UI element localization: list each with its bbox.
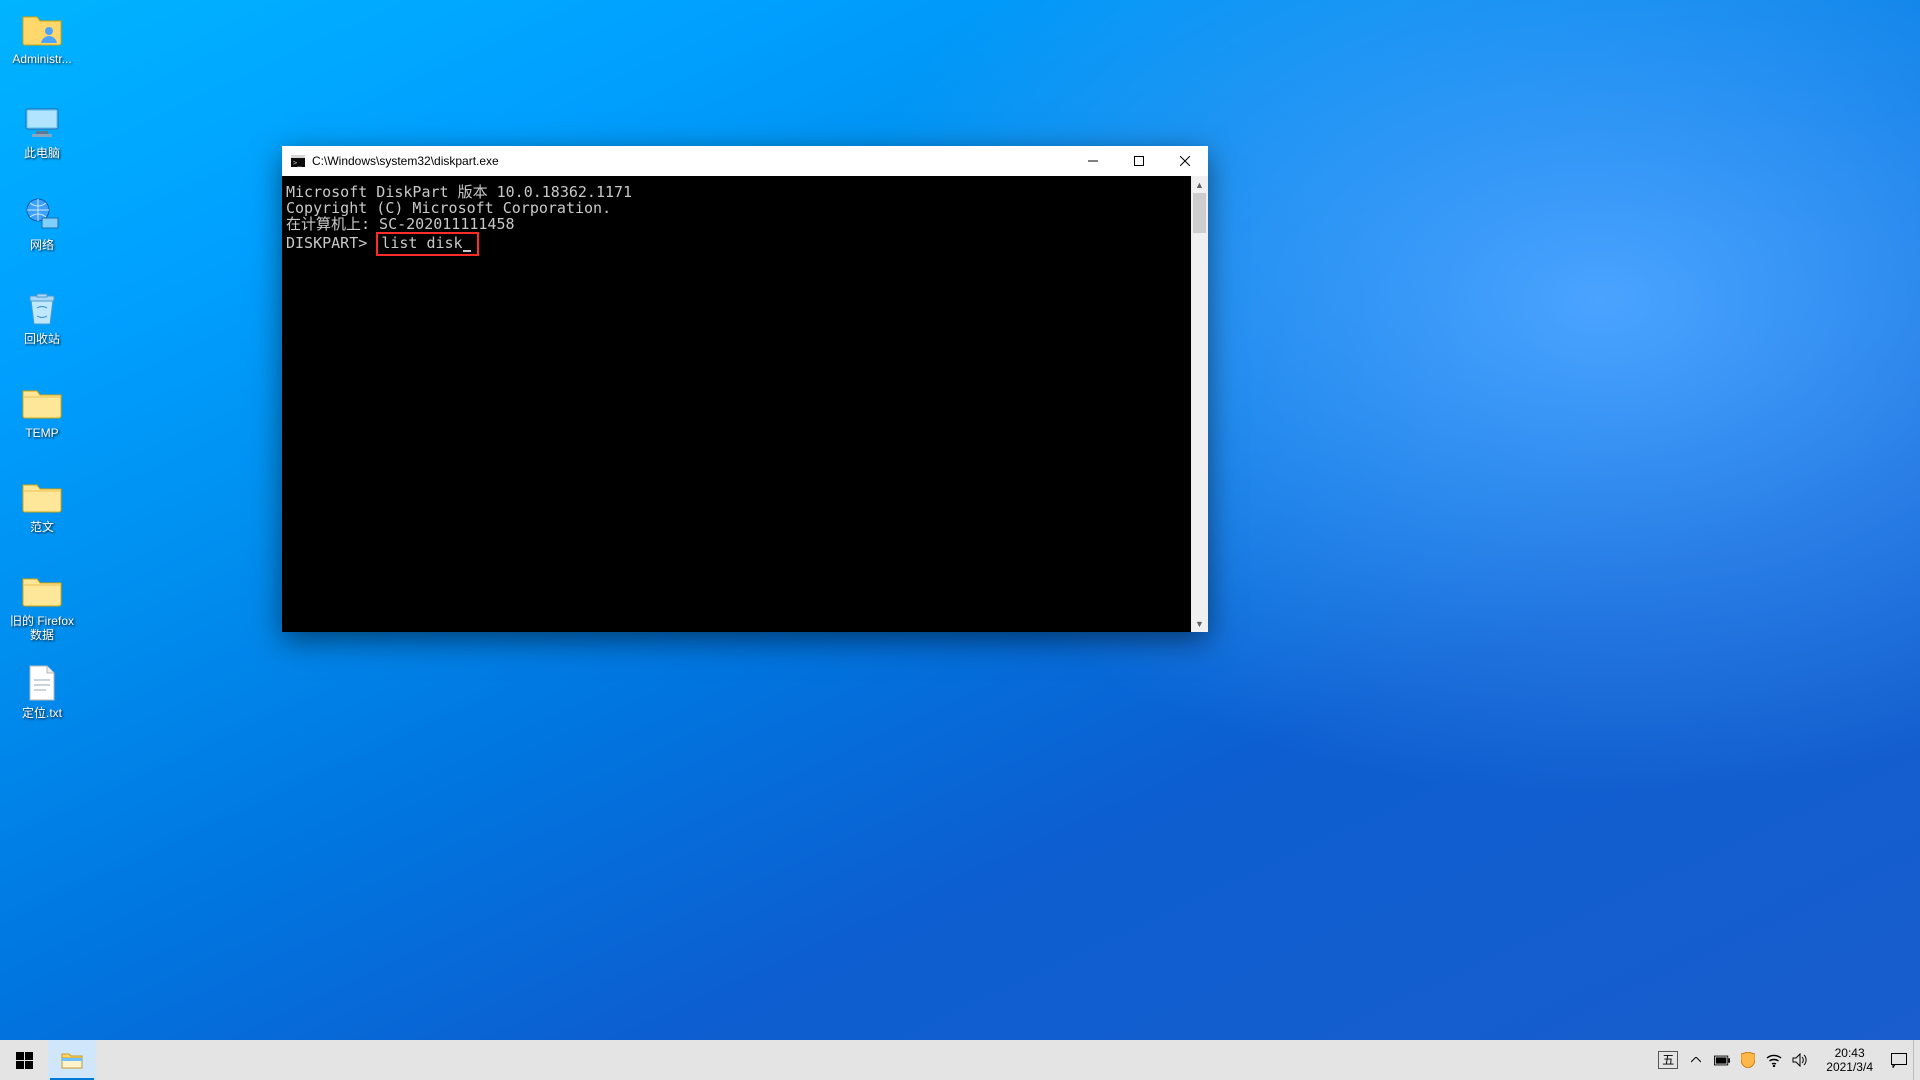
folder-user-icon [18,8,66,50]
desktop-icon-temp-folder[interactable]: TEMP [4,382,80,440]
folder-icon [18,382,66,424]
desktop[interactable]: Administr... 此电脑 网络 [0,0,1920,1080]
recycle-bin-icon [18,288,66,330]
desktop-icon-old-firefox-folder[interactable]: 旧的 Firefox 数据 [4,570,80,642]
taskbar-spacer [96,1040,1652,1080]
desktop-icon-label: 此电脑 [4,146,80,160]
volume-icon[interactable] [1792,1052,1808,1068]
show-desktop-button[interactable] [1913,1040,1920,1080]
command-text: list disk [381,234,462,252]
console-output[interactable]: Microsoft DiskPart 版本 10.0.18362.1171Cop… [282,176,1191,632]
console-line: Copyright (C) Microsoft Corporation. [286,200,1191,216]
desktop-icon-this-pc[interactable]: 此电脑 [4,102,80,160]
taskbar-clock[interactable]: 20:43 2021/3/4 [1818,1046,1881,1074]
folder-icon [18,476,66,518]
close-button[interactable] [1162,146,1208,176]
highlighted-command: list disk [376,232,478,256]
scroll-up-arrow-icon[interactable]: ▲ [1191,176,1208,193]
taskbar[interactable]: 五 20:43 2021/3/4 [0,1040,1920,1080]
desktop-icon-label: TEMP [4,426,80,440]
console-line: Microsoft DiskPart 版本 10.0.18362.1171 [286,184,1191,200]
scroll-thumb[interactable] [1193,193,1206,233]
vertical-scrollbar[interactable]: ▲ ▼ [1191,176,1208,632]
console-icon: >_ [290,153,306,169]
clock-time: 20:43 [1826,1046,1873,1060]
text-file-icon [18,662,66,704]
window-titlebar[interactable]: >_ C:\Windows\system32\diskpart.exe [282,146,1208,176]
window-body: Microsoft DiskPart 版本 10.0.18362.1171Cop… [282,176,1208,632]
desktop-icon-label: 范文 [4,520,80,534]
clock-date: 2021/3/4 [1826,1060,1873,1074]
ime-indicator[interactable]: 五 [1658,1051,1678,1069]
tray-chevron-up-icon[interactable] [1688,1052,1704,1068]
globe-icon [18,194,66,236]
battery-icon[interactable] [1714,1052,1730,1068]
window-title: C:\Windows\system32\diskpart.exe [312,154,1070,168]
security-shield-icon[interactable] [1740,1052,1756,1068]
console-prompt-line: DISKPART> list disk [286,232,1191,256]
desktop-icon-fanwen-folder[interactable]: 范文 [4,476,80,534]
desktop-icon-label: 定位.txt [4,706,80,720]
action-center-icon[interactable] [1891,1052,1907,1068]
minimize-button[interactable] [1070,146,1116,176]
monitor-icon [18,102,66,144]
desktop-icon-label: 网络 [4,238,80,252]
start-button[interactable] [0,1040,48,1080]
desktop-icon-label: 旧的 Firefox 数据 [4,614,80,642]
scroll-down-arrow-icon[interactable]: ▼ [1191,615,1208,632]
svg-text:>_: >_ [293,159,302,167]
diskpart-window[interactable]: >_ C:\Windows\system32\diskpart.exe Micr… [282,146,1208,632]
desktop-icon-network[interactable]: 网络 [4,194,80,252]
system-tray[interactable]: 五 20:43 2021/3/4 [1652,1040,1913,1080]
desktop-icon-dingwei-txt[interactable]: 定位.txt [4,662,80,720]
desktop-icon-administrator[interactable]: Administr... [4,8,80,66]
desktop-icon-label: 回收站 [4,332,80,346]
wifi-icon[interactable] [1766,1052,1782,1068]
maximize-button[interactable] [1116,146,1162,176]
console-line: 在计算机上: SC-202011111458 [286,216,1191,232]
windows-logo-icon [16,1052,33,1069]
desktop-icon-label: Administr... [4,52,80,66]
taskbar-item-explorer[interactable] [48,1040,96,1080]
console-prompt: DISKPART> [286,234,376,252]
desktop-icon-recycle-bin[interactable]: 回收站 [4,288,80,346]
text-cursor [463,238,471,252]
file-explorer-icon [61,1051,83,1069]
folder-icon [18,570,66,612]
